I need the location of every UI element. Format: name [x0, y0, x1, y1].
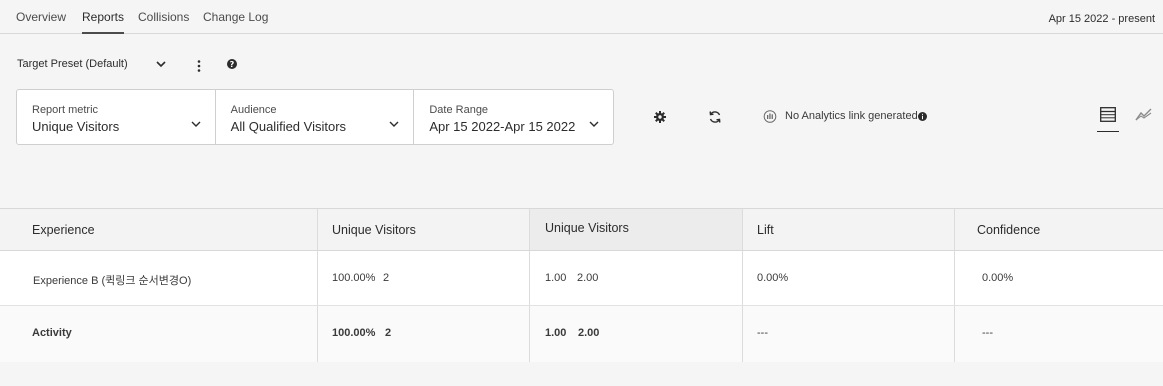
audience-select[interactable]: Audience All Qualified Visitors: [216, 90, 415, 144]
confidence-value: 0.00%: [982, 272, 1014, 284]
experience-name: Experience B (퀵링크 순서변경O): [33, 275, 192, 287]
chevron-down-icon: [389, 121, 399, 127]
column-header-unique-visitors[interactable]: Unique Visitors: [332, 223, 416, 237]
help-icon[interactable]: ?: [227, 59, 237, 69]
top-nav: Overview Reports Collisions Change Log A…: [0, 0, 1163, 34]
audience-value: All Qualified Visitors: [230, 119, 347, 134]
report-metric-select[interactable]: Report metric Unique Visitors: [17, 90, 216, 144]
date-range-select[interactable]: Date Range Apr 15 2022-Apr 15 2022: [414, 90, 613, 144]
date-range-label: Date Range: [429, 104, 489, 116]
gear-icon[interactable]: [654, 111, 666, 123]
tab-overview[interactable]: Overview: [16, 10, 66, 24]
unique-visitors-percent: 100.00%: [332, 272, 376, 284]
column-header-lift[interactable]: Lift: [757, 223, 774, 237]
unique-visitors-count: 2: [385, 327, 392, 339]
info-icon[interactable]: [918, 112, 927, 121]
unique-visitors-ratio: 1.00: [545, 327, 567, 339]
tab-change-log[interactable]: Change Log: [203, 10, 268, 24]
unique-visitors-total: 2.00: [578, 327, 600, 339]
target-preset-label[interactable]: Target Preset (Default): [17, 58, 128, 70]
date-range-value: Apr 15 2022-Apr 15 2022: [429, 119, 576, 134]
report-metric-value: Unique Visitors: [32, 119, 120, 134]
analytics-icon: [763, 110, 777, 123]
confidence-value: ---: [982, 327, 993, 339]
lift-value: ---: [757, 327, 768, 339]
table-row: Experience B (퀵링크 순서변경O) 100.00% 2 1.00 …: [0, 251, 1163, 306]
chevron-down-icon[interactable]: [156, 60, 166, 68]
analytics-link-status: No Analytics link generated: [785, 110, 918, 122]
table-view-icon[interactable]: [1100, 107, 1116, 122]
report-date-range-label: Apr 15 2022 - present: [1048, 13, 1155, 25]
column-header-confidence[interactable]: Confidence: [977, 223, 1040, 237]
column-header-experience[interactable]: Experience: [32, 223, 95, 237]
unique-visitors-percent: 100.00%: [332, 327, 376, 339]
audience-label: Audience: [230, 104, 277, 116]
refresh-icon[interactable]: [708, 110, 722, 124]
report-selectors: Report metric Unique Visitors Audience A…: [16, 89, 614, 145]
tab-collisions[interactable]: Collisions: [138, 10, 189, 24]
results-table: Experience Unique Visitors Unique Visito…: [0, 208, 1163, 362]
unique-visitors-ratio: 1.00: [545, 272, 567, 284]
lift-value: 0.00%: [757, 272, 789, 284]
report-metric-label: Report metric: [32, 104, 99, 116]
column-header-unique-visitors-ratio[interactable]: Unique Visitors: [545, 221, 629, 235]
table-row: Activity 100.00% 2 1.00 2.00 --- ---: [0, 306, 1163, 362]
chevron-down-icon: [589, 121, 599, 127]
line-chart-icon[interactable]: [1135, 108, 1152, 121]
tab-reports[interactable]: Reports: [82, 10, 125, 34]
table-header-row: Experience Unique Visitors Unique Visito…: [0, 209, 1163, 251]
experience-name: Activity: [32, 327, 72, 339]
table-view-indicator: [1097, 131, 1119, 132]
svg-text:?: ?: [230, 60, 235, 69]
unique-visitors-count: 2: [383, 272, 390, 284]
chevron-down-icon: [191, 121, 201, 127]
unique-visitors-total: 2.00: [577, 272, 599, 284]
more-vertical-icon[interactable]: [196, 59, 202, 73]
